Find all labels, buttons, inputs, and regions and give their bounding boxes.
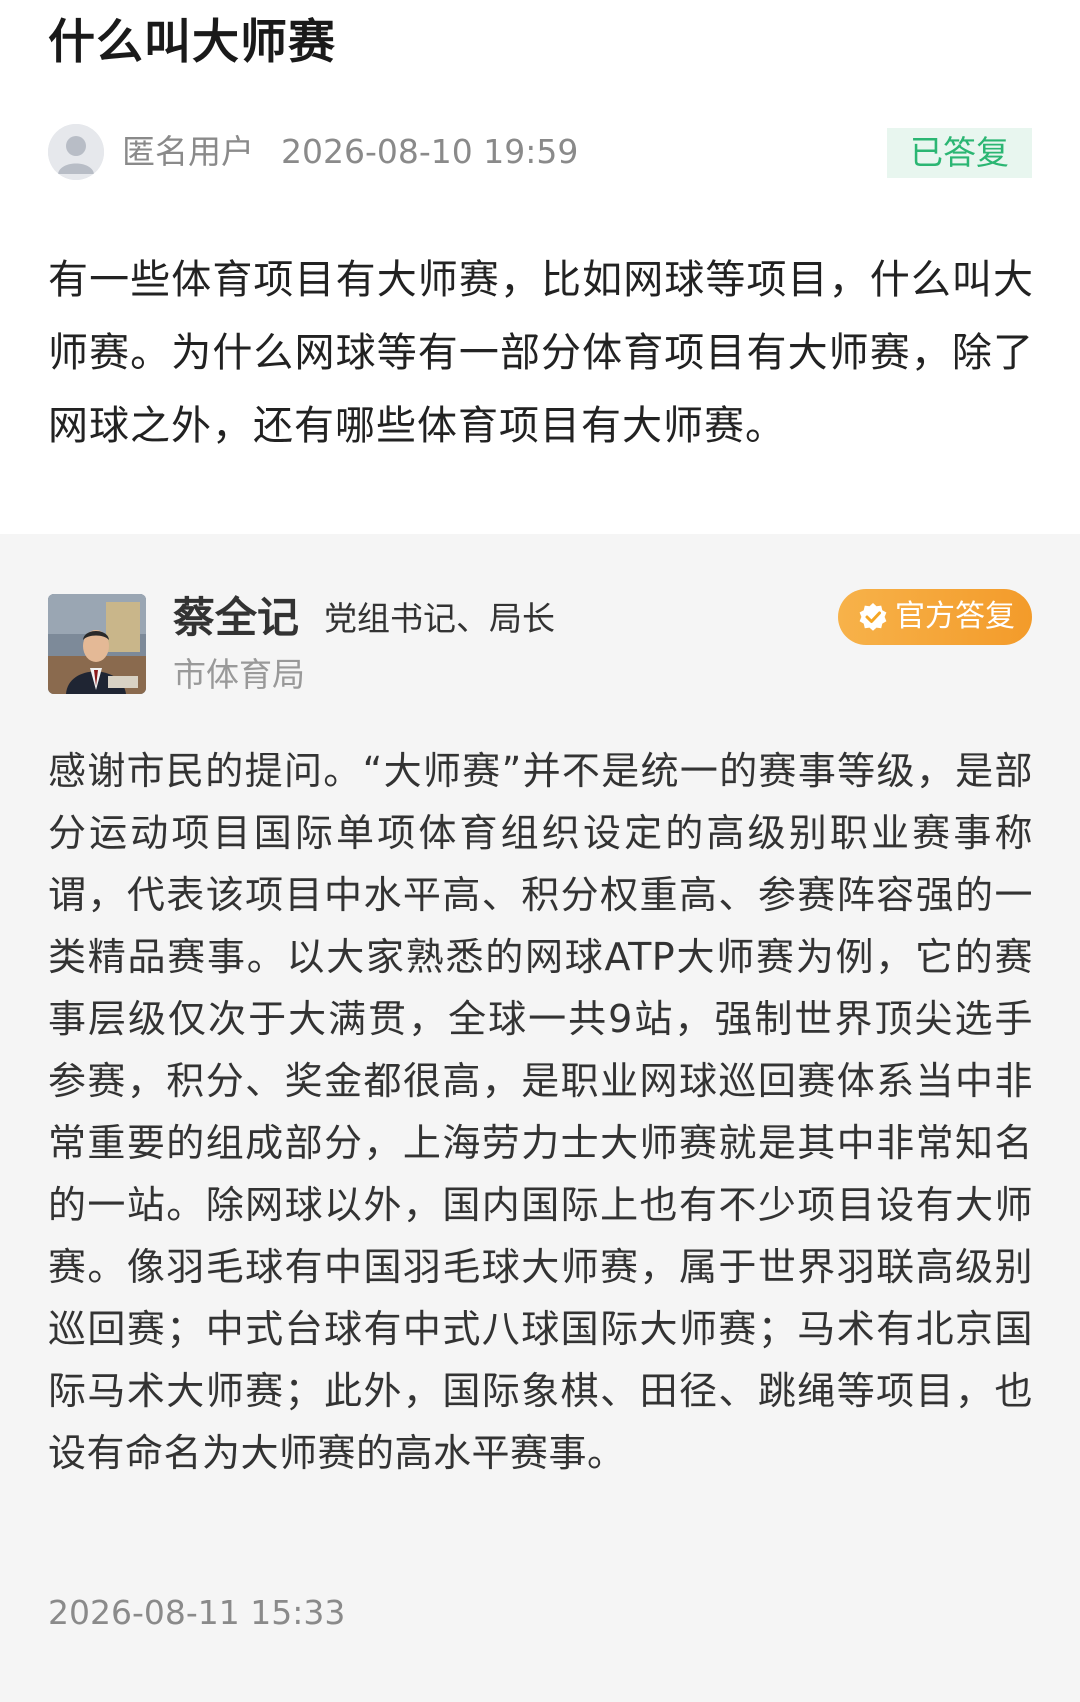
answer-timestamp: 2026-08-11 15:33 bbox=[48, 1593, 346, 1632]
official-title: 党组书记、局长 bbox=[324, 599, 555, 638]
page-title: 什么叫大师赛 bbox=[48, 15, 336, 70]
question-body: 有一些体育项目有大师赛，比如网球等项目，什么叫大师赛。为什么网球等有一部分体育项… bbox=[48, 257, 1034, 449]
status-badge: 已答复 bbox=[887, 128, 1032, 178]
official-avatar bbox=[48, 594, 146, 694]
verified-check-icon bbox=[859, 603, 887, 631]
anonymous-avatar-icon bbox=[48, 124, 104, 180]
answer-body: 感谢市民的提问。“大师赛”并不是统一的赛事等级，是部分运动项目国际单项体育组织设… bbox=[48, 749, 1033, 1475]
official-answer-badge: 官方答复 bbox=[838, 589, 1032, 645]
official-answer-label: 官方答复 bbox=[895, 599, 1015, 634]
question-section: 什么叫大师赛 匿名用户 2026-08-10 19:59 已答复 有一些体育项目… bbox=[0, 0, 1080, 534]
official-name: 蔡全记 bbox=[173, 593, 300, 642]
question-timestamp: 2026-08-10 19:59 bbox=[281, 132, 579, 171]
asker-name: 匿名用户 bbox=[122, 132, 254, 171]
answer-section: 蔡全记 党组书记、局长 市体育局 官方答复 感谢市民的提问。“大师赛”并不是统一… bbox=[0, 534, 1080, 1702]
official-department: 市体育局 bbox=[173, 655, 305, 694]
